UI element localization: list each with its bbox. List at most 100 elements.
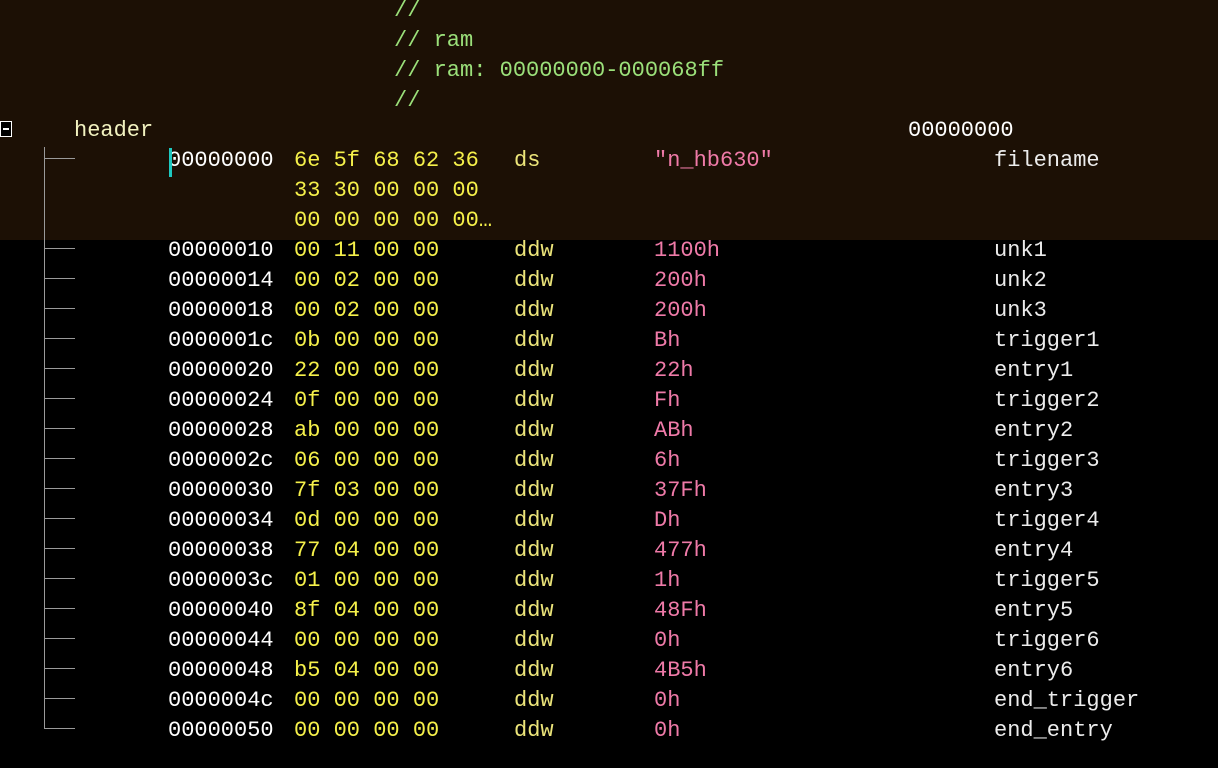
row-bytes: 00 02 00 00 bbox=[294, 298, 440, 323]
row-bytes: 00 00 00 00 bbox=[294, 688, 440, 713]
row-address: 00000018 bbox=[168, 298, 274, 323]
row-field-name: trigger1 bbox=[994, 328, 1100, 353]
row-bytes: 8f 04 00 00 bbox=[294, 598, 440, 623]
row-address: 00000024 bbox=[168, 388, 274, 413]
row-bytes: 22 00 00 00 bbox=[294, 358, 440, 383]
listing-row[interactable]: 0000004c 00 00 00 00 ddw 0h end_trigger bbox=[0, 686, 1218, 716]
row-mnemonic: ddw bbox=[514, 508, 554, 533]
row-mnemonic: ddw bbox=[514, 688, 554, 713]
row-bytes: b5 04 00 00 bbox=[294, 658, 440, 683]
listing-row[interactable]: 00000038 77 04 00 00 ddw 477h entry4 bbox=[0, 536, 1218, 566]
row-address: 00000040 bbox=[168, 598, 274, 623]
row-field-name: entry2 bbox=[994, 418, 1074, 443]
listing-row-continuation: 00 00 00 00 00… bbox=[0, 206, 1218, 236]
row-bytes: 00 00 00 00 bbox=[294, 718, 440, 743]
row-value: "n_hb630" bbox=[654, 148, 773, 173]
row-field-name: entry3 bbox=[994, 478, 1074, 503]
row-bytes: 77 04 00 00 bbox=[294, 538, 440, 563]
row-address: 00000044 bbox=[168, 628, 274, 653]
row-field-name: unk3 bbox=[994, 298, 1047, 323]
row-bytes: 00 11 00 00 bbox=[294, 238, 440, 263]
row-bytes: 01 00 00 00 bbox=[294, 568, 440, 593]
listing-row[interactable]: 00000010 00 11 00 00 ddw 1100h unk1 bbox=[0, 236, 1218, 266]
row-value: 4B5h bbox=[654, 658, 707, 683]
listing-row[interactable]: 00000014 00 02 00 00 ddw 200h unk2 bbox=[0, 266, 1218, 296]
row-value: Bh bbox=[654, 328, 681, 353]
listing-row[interactable]: 00000034 0d 00 00 00 ddw Dh trigger4 bbox=[0, 506, 1218, 536]
row-field-name: trigger5 bbox=[994, 568, 1100, 593]
row-field-name: end_entry bbox=[994, 718, 1113, 743]
row-mnemonic: ddw bbox=[514, 478, 554, 503]
listing-row[interactable]: 0000001c 0b 00 00 00 ddw Bh trigger1 bbox=[0, 326, 1218, 356]
row-field-name: trigger6 bbox=[994, 628, 1100, 653]
comment-line: // bbox=[0, 0, 1218, 26]
row-mnemonic: ddw bbox=[514, 598, 554, 623]
structure-address: 00000000 bbox=[908, 118, 1014, 143]
row-bytes: 00 02 00 00 bbox=[294, 268, 440, 293]
row-mnemonic: ddw bbox=[514, 718, 554, 743]
row-address: 0000004c bbox=[168, 688, 274, 713]
row-value: Fh bbox=[654, 388, 681, 413]
text-cursor bbox=[169, 148, 172, 177]
row-mnemonic: ddw bbox=[514, 238, 554, 263]
row-field-name: entry6 bbox=[994, 658, 1074, 683]
row-bytes: 00 00 00 00 00… bbox=[294, 208, 493, 233]
structure-header-row[interactable]: header 00000000 bbox=[0, 116, 1218, 146]
row-address: 00000014 bbox=[168, 268, 274, 293]
row-field-name: entry1 bbox=[994, 358, 1074, 383]
row-value: 0h bbox=[654, 688, 681, 713]
comment-line: // bbox=[0, 86, 1218, 116]
row-address: 00000050 bbox=[168, 718, 274, 743]
row-value: ABh bbox=[654, 418, 694, 443]
row-mnemonic: ddw bbox=[514, 418, 554, 443]
row-address: 00000000 bbox=[168, 148, 274, 173]
comment-text: // bbox=[394, 0, 421, 23]
row-field-name: unk1 bbox=[994, 238, 1047, 263]
row-value: 48Fh bbox=[654, 598, 707, 623]
row-value: 1100h bbox=[654, 238, 721, 263]
row-bytes: 33 30 00 00 00 bbox=[294, 178, 479, 203]
row-value: 200h bbox=[654, 298, 707, 323]
row-value: 6h bbox=[654, 448, 681, 473]
row-bytes: 00 00 00 00 bbox=[294, 628, 440, 653]
row-mnemonic: ddw bbox=[514, 568, 554, 593]
row-bytes: ab 00 00 00 bbox=[294, 418, 440, 443]
listing-row[interactable]: 00000028 ab 00 00 00 ddw ABh entry2 bbox=[0, 416, 1218, 446]
row-mnemonic: ddw bbox=[514, 268, 554, 293]
listing-row[interactable]: 00000018 00 02 00 00 ddw 200h unk3 bbox=[0, 296, 1218, 326]
listing-row[interactable]: 00000048 b5 04 00 00 ddw 4B5h entry6 bbox=[0, 656, 1218, 686]
row-address: 0000003c bbox=[168, 568, 274, 593]
listing-row[interactable]: 00000040 8f 04 00 00 ddw 48Fh entry5 bbox=[0, 596, 1218, 626]
comment-text: // ram bbox=[394, 28, 474, 53]
comment-line: // ram: 00000000-000068ff bbox=[0, 56, 1218, 86]
row-mnemonic: ds bbox=[514, 148, 541, 173]
row-bytes: 6e 5f 68 62 36 bbox=[294, 148, 479, 173]
row-mnemonic: ddw bbox=[514, 538, 554, 563]
listing-row[interactable]: 00000020 22 00 00 00 ddw 22h entry1 bbox=[0, 356, 1218, 386]
row-address: 00000048 bbox=[168, 658, 274, 683]
listing-row-filename[interactable]: 00000000 6e 5f 68 62 36 ds "n_hb630" fil… bbox=[0, 146, 1218, 176]
listing-row[interactable]: 00000050 00 00 00 00 ddw 0h end_entry bbox=[0, 716, 1218, 746]
row-address: 00000034 bbox=[168, 508, 274, 533]
listing-row[interactable]: 00000044 00 00 00 00 ddw 0h trigger6 bbox=[0, 626, 1218, 656]
row-address: 00000010 bbox=[168, 238, 274, 263]
row-field-name: trigger4 bbox=[994, 508, 1100, 533]
row-address: 00000020 bbox=[168, 358, 274, 383]
row-mnemonic: ddw bbox=[514, 628, 554, 653]
comment-text: // bbox=[394, 88, 421, 113]
listing-row[interactable]: 0000003c 01 00 00 00 ddw 1h trigger5 bbox=[0, 566, 1218, 596]
row-address: 0000001c bbox=[168, 328, 274, 353]
row-field-name: entry4 bbox=[994, 538, 1074, 563]
row-mnemonic: ddw bbox=[514, 328, 554, 353]
listing-row[interactable]: 00000024 0f 00 00 00 ddw Fh trigger2 bbox=[0, 386, 1218, 416]
row-value: 22h bbox=[654, 358, 694, 383]
row-field-name: trigger2 bbox=[994, 388, 1100, 413]
row-value: 0h bbox=[654, 628, 681, 653]
row-mnemonic: ddw bbox=[514, 388, 554, 413]
listing-row[interactable]: 0000002c 06 00 00 00 ddw 6h trigger3 bbox=[0, 446, 1218, 476]
listing-row[interactable]: 00000030 7f 03 00 00 ddw 37Fh entry3 bbox=[0, 476, 1218, 506]
listing-row-continuation: 33 30 00 00 00 bbox=[0, 176, 1218, 206]
row-field-name: unk2 bbox=[994, 268, 1047, 293]
row-value: 200h bbox=[654, 268, 707, 293]
comment-line: // ram bbox=[0, 26, 1218, 56]
